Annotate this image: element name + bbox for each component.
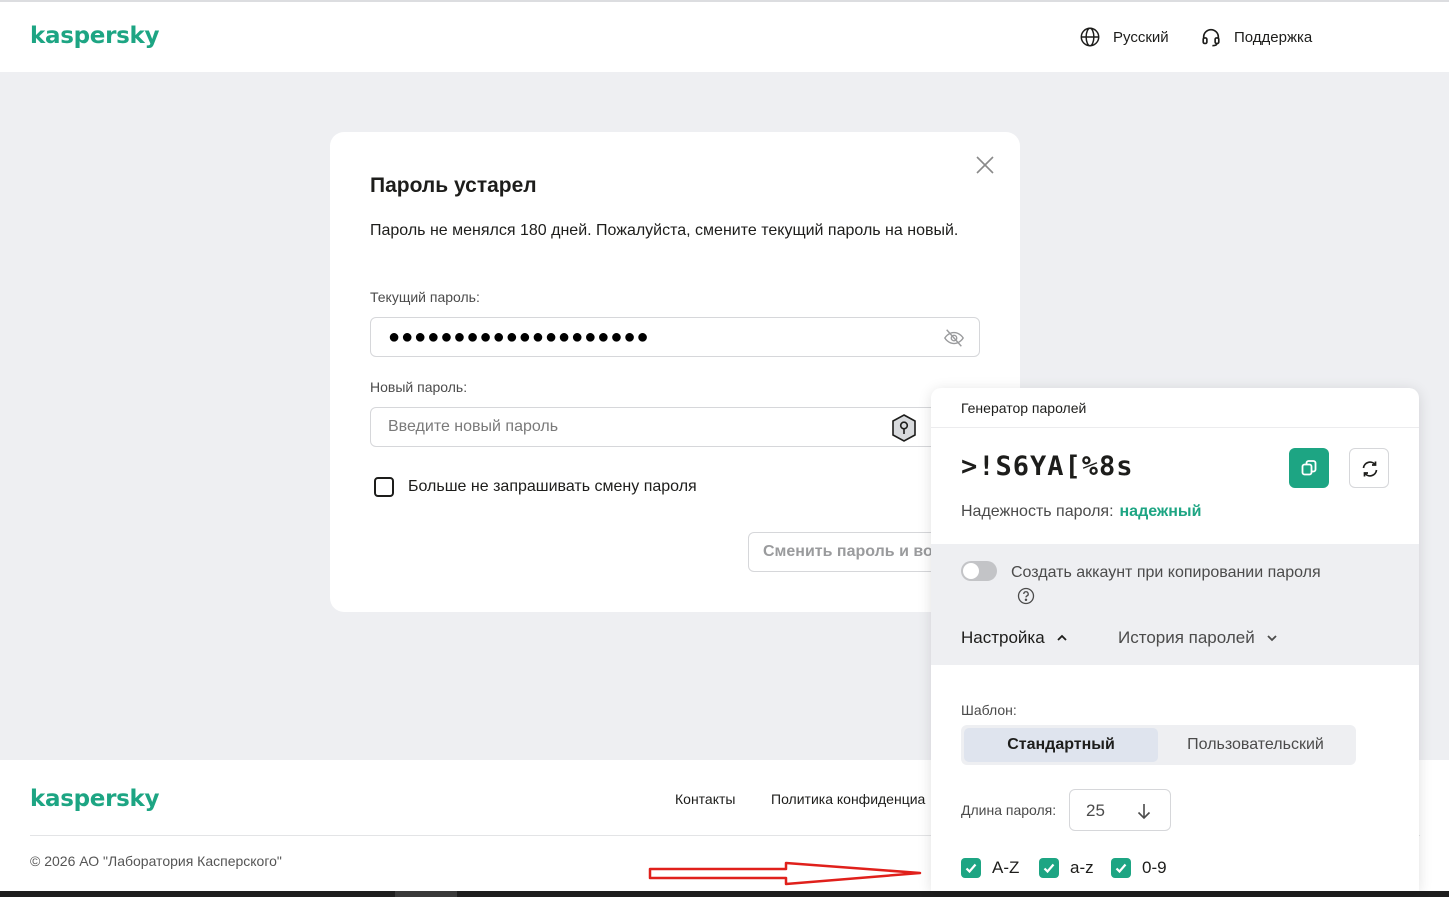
template-custom-button[interactable]: Пользовательский <box>1158 728 1353 762</box>
create-account-option: Создать аккаунт при копировании пароля <box>1011 560 1341 610</box>
template-standard-button[interactable]: Стандартный <box>964 728 1158 762</box>
new-password-label: Новый пароль: <box>370 379 468 395</box>
dont-ask-again-checkbox[interactable] <box>374 477 394 497</box>
dont-ask-again-option[interactable]: Больше не запрашивать смену пароля <box>374 477 697 497</box>
option-lowercase[interactable]: a-z <box>1039 858 1094 878</box>
tab-password-history[interactable]: История паролей <box>1118 628 1279 648</box>
site-header: kaspersky Русский Поддержка <box>0 2 1449 72</box>
dialog-title: Пароль устарел <box>370 174 537 197</box>
tab-settings[interactable]: Настройка <box>961 628 1069 648</box>
copy-icon <box>1301 460 1317 476</box>
generator-options-bar: Создать аккаунт при копировании пароля Н… <box>931 544 1419 665</box>
generator-divider <box>931 427 1419 428</box>
password-strength: Надежность пароля: надежный <box>961 503 1201 521</box>
footer-kaspersky-logo[interactable]: kaspersky <box>30 786 160 812</box>
uppercase-label: A-Z <box>992 858 1020 877</box>
password-generator-panel: Генератор паролей >!S6YA[%8s Надежность … <box>931 388 1419 891</box>
current-password-field[interactable]: ●●●●●●●●●●●●●●●●●●●● <box>370 317 980 357</box>
check-icon <box>1115 863 1127 874</box>
globe-icon <box>1080 27 1100 47</box>
language-selector[interactable]: Русский <box>1079 26 1169 48</box>
current-password-value: ●●●●●●●●●●●●●●●●●●●● <box>388 326 650 348</box>
digits-label: 0-9 <box>1142 858 1167 877</box>
privacy-policy-link[interactable]: Политика конфиденциа <box>771 791 925 807</box>
digits-checkbox[interactable] <box>1111 858 1131 878</box>
check-icon <box>965 863 977 874</box>
lowercase-label: a-z <box>1070 858 1094 877</box>
generated-password[interactable]: >!S6YA[%8s <box>961 451 1134 482</box>
create-account-label: Создать аккаунт при копировании пароля <box>1011 564 1321 581</box>
arrow-down-icon <box>1137 804 1151 820</box>
red-arrow-annotation <box>648 861 922 886</box>
kaspersky-logo[interactable]: kaspersky <box>30 23 160 49</box>
tab-history-label: История паролей <box>1118 628 1255 647</box>
copyright-text: © 2026 АО "Лаборатория Касперского" <box>30 853 282 869</box>
template-label: Шаблон: <box>961 702 1017 718</box>
help-icon[interactable] <box>1017 587 1035 605</box>
password-expired-dialog: Пароль устарел Пароль не менялся 180 дне… <box>330 132 1020 612</box>
check-icon <box>1043 863 1055 874</box>
template-selector: Стандартный Пользовательский <box>961 725 1356 765</box>
copy-password-button[interactable] <box>1289 448 1329 488</box>
new-password-field[interactable] <box>370 407 980 447</box>
length-selector[interactable]: 25 <box>1069 789 1171 831</box>
current-password-label: Текущий пароль: <box>370 289 480 305</box>
taskbar-strip <box>0 891 1449 897</box>
tab-settings-label: Настройка <box>961 628 1045 647</box>
option-uppercase[interactable]: A-Z <box>961 858 1019 878</box>
uppercase-checkbox[interactable] <box>961 858 981 878</box>
support-label: Поддержка <box>1234 28 1313 46</box>
lowercase-checkbox[interactable] <box>1039 858 1059 878</box>
contacts-link[interactable]: Контакты <box>675 791 735 807</box>
support-link[interactable]: Поддержка <box>1200 26 1312 48</box>
length-label: Длина пароля: <box>961 802 1057 818</box>
option-digits[interactable]: 0-9 <box>1111 858 1167 878</box>
regenerate-button[interactable] <box>1349 448 1389 488</box>
password-manager-icon[interactable] <box>889 413 919 443</box>
dont-ask-again-label: Больше не запрашивать смену пароля <box>408 478 697 495</box>
create-account-toggle[interactable] <box>961 561 997 581</box>
headset-icon <box>1202 28 1220 47</box>
refresh-icon <box>1362 461 1378 477</box>
strength-value: надежный <box>1119 503 1202 520</box>
new-password-input[interactable] <box>371 408 979 446</box>
chevron-down-icon <box>1267 635 1277 642</box>
dialog-message: Пароль не менялся 180 дней. Пожалуйста, … <box>370 222 959 239</box>
chevron-up-icon <box>1057 634 1067 641</box>
eye-off-icon[interactable] <box>943 327 965 349</box>
strength-label: Надежность пароля: <box>961 503 1114 520</box>
close-icon[interactable] <box>974 154 996 176</box>
length-value: 25 <box>1086 801 1105 820</box>
language-label: Русский <box>1113 28 1169 46</box>
generator-title: Генератор паролей <box>961 400 1087 416</box>
